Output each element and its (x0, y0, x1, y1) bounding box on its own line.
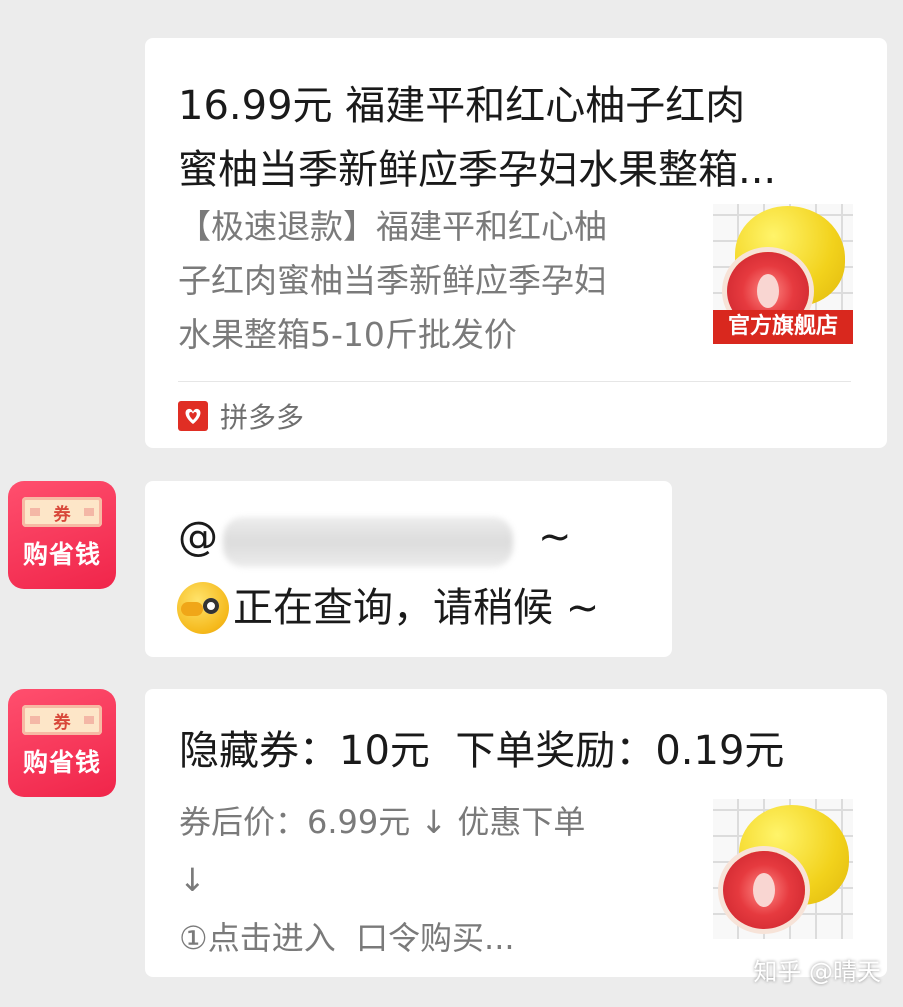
shared-link-card[interactable]: 16.99元 福建平和红心柚子红肉 蜜柚当季新鲜应季孕妇水果整箱... 【极速退… (145, 38, 887, 448)
card-description-line-2: 子红肉蜜柚当季新鲜应季孕妇 (178, 261, 607, 300)
source-app-name: 拼多多 (220, 401, 305, 434)
store-tag: 官方旗舰店 (713, 310, 853, 344)
product-thumbnail (713, 799, 853, 939)
peeking-face-icon (177, 582, 229, 634)
after-coupon-price: 券后价：6.99元 ↓ 优惠下单 (179, 803, 586, 841)
coupon-badge: 券 (53, 505, 71, 525)
card-description-line-1: 【极速退款】福建平和红心柚 (178, 207, 607, 246)
coupon-details: 券后价：6.99元 ↓ 优惠下单 ↓ ①点击进入 口令购买... (179, 793, 699, 967)
message-bubble-coupon[interactable]: 隐藏券：10元 下单奖励：0.19元 券后价：6.99元 ↓ 优惠下单 ↓ ①点… (145, 689, 887, 977)
card-description-line-3: 水果整箱5-10斤批发价 (178, 315, 517, 354)
bot-avatar[interactable]: 券 购省钱 (8, 481, 116, 589)
status-line: 正在查询，请稍候 ~ (177, 576, 599, 638)
card-divider (178, 381, 851, 382)
pinduoduo-logo-icon (178, 401, 208, 431)
card-description: 【极速退款】福建平和红心柚 子红肉蜜柚当季新鲜应季孕妇 水果整箱5-10斤批发价 (178, 200, 688, 362)
down-arrow: ↓ (179, 861, 206, 899)
coupon-headline: 隐藏券：10元 下单奖励：0.19元 (179, 728, 785, 774)
message-bubble-querying[interactable]: @ ~ 正在查询，请稍候 ~ (145, 481, 672, 657)
coupon-badge: 券 (53, 713, 71, 733)
product-thumbnail: 官方旗舰店 (713, 204, 853, 344)
mention-suffix: ~ (538, 514, 572, 560)
card-title: 16.99元 福建平和红心柚子红肉 蜜柚当季新鲜应季孕妇水果整箱... (178, 74, 868, 202)
pomelo-flesh (723, 851, 805, 929)
coupon-ticket-icon: 券 (22, 705, 102, 735)
bot-name: 购省钱 (22, 540, 101, 569)
bot-avatar[interactable]: 券 购省钱 (8, 689, 116, 797)
mention-prefix: @ (178, 514, 218, 560)
redacted-username (223, 517, 513, 567)
watermark: 知乎 @晴天 (753, 958, 881, 986)
status-text: 正在查询，请稍候 ~ (233, 585, 600, 631)
card-title-line-2: 蜜柚当季新鲜应季孕妇水果整箱... (178, 147, 777, 193)
card-title-line-1: 16.99元 福建平和红心柚子红肉 (178, 83, 746, 129)
purchase-step: ①点击进入 口令购买... (179, 919, 515, 957)
bot-name: 购省钱 (22, 748, 101, 777)
coupon-ticket-icon: 券 (22, 497, 102, 527)
card-source: 拼多多 (178, 396, 304, 436)
